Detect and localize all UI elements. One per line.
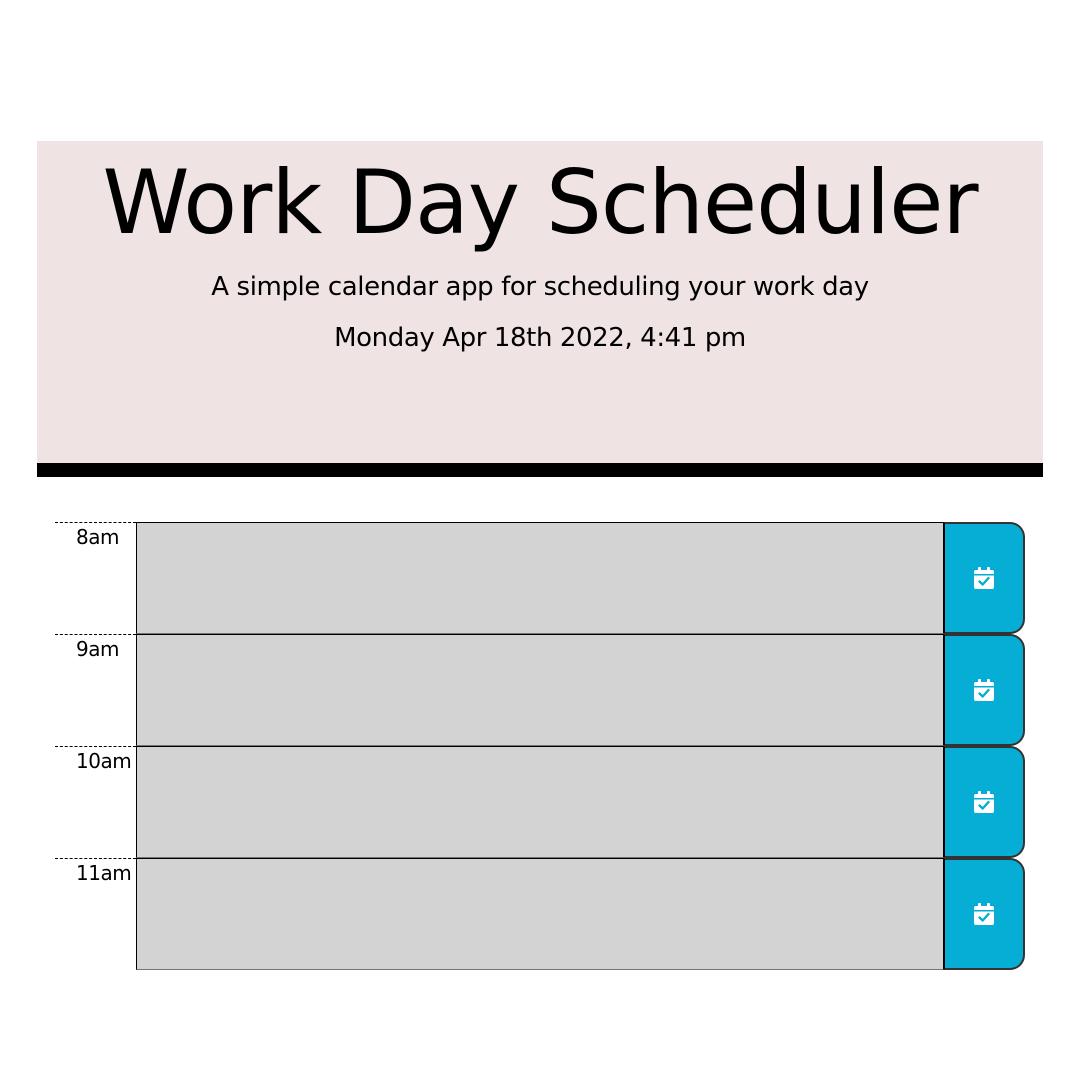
save-button[interactable] [944, 858, 1025, 970]
header-border [37, 463, 1043, 477]
time-block-11am: 11am [55, 858, 1025, 970]
save-button[interactable] [944, 522, 1025, 634]
time-block-8am: 8am [55, 522, 1025, 634]
page-subtitle: A simple calendar app for scheduling you… [211, 272, 869, 302]
time-block-10am: 10am [55, 746, 1025, 858]
save-button[interactable] [944, 634, 1025, 746]
hour-label: 11am [55, 858, 136, 970]
page-title: Work Day Scheduler [102, 151, 978, 254]
jumbotron-header: Work Day Scheduler A simple calendar app… [37, 141, 1043, 463]
hour-label: 8am [55, 522, 136, 634]
current-day: Monday Apr 18th 2022, 4:41 pm [334, 323, 746, 353]
hour-label: 10am [55, 746, 136, 858]
save-button[interactable] [944, 746, 1025, 858]
description-input[interactable] [136, 634, 944, 746]
description-input[interactable] [136, 746, 944, 858]
description-input[interactable] [136, 858, 944, 970]
page: Work Day Scheduler A simple calendar app… [0, 0, 1080, 1080]
time-block-container: 8am 9am 10am 11am [37, 477, 1043, 997]
hour-label: 9am [55, 634, 136, 746]
description-input[interactable] [136, 522, 944, 634]
time-block-9am: 9am [55, 634, 1025, 746]
calendar-check-icon [974, 791, 994, 813]
calendar-check-icon [974, 903, 994, 925]
calendar-check-icon [974, 567, 994, 589]
calendar-check-icon [974, 679, 994, 701]
